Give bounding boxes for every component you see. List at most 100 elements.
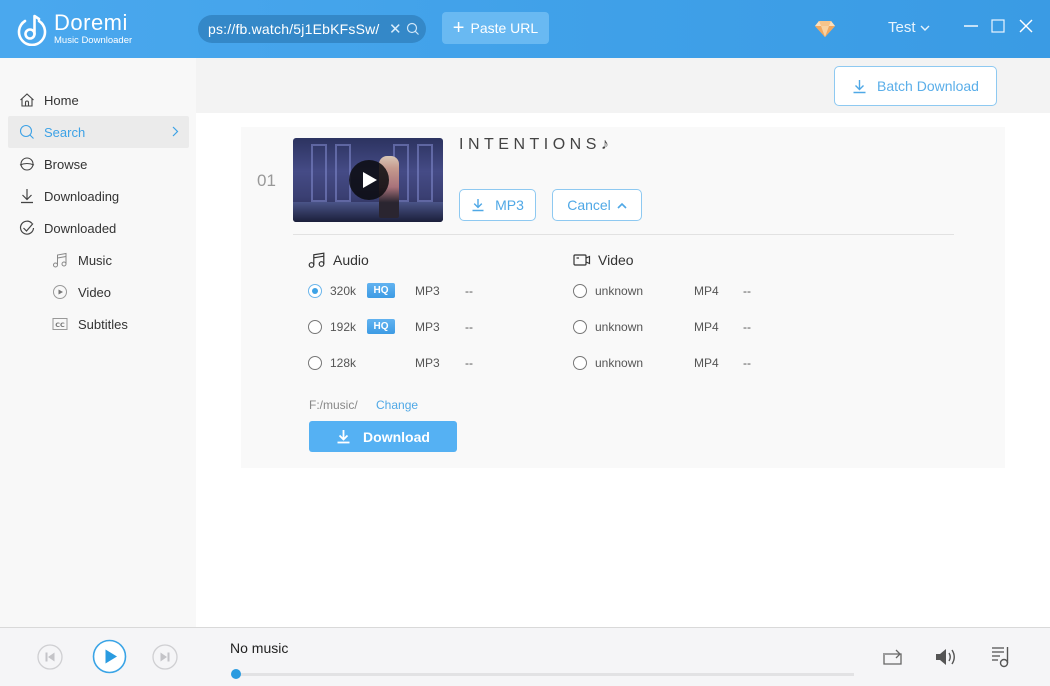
sidebar-item-browse[interactable]: Browse	[8, 148, 189, 180]
save-path: F:/music/	[309, 398, 358, 412]
video-format: MP4	[694, 284, 719, 298]
video-size: --	[743, 320, 751, 334]
thumbnail-decor	[311, 144, 327, 202]
sidebar-item-label: Search	[44, 124, 86, 140]
audio-option-row[interactable]: 320k HQ MP3 --	[308, 282, 508, 300]
url-input-value[interactable]: ps://fb.watch/5j1EbKFsSw/	[208, 21, 385, 37]
repeat-icon[interactable]	[880, 646, 904, 668]
volume-icon[interactable]	[935, 647, 959, 667]
sidebar-item-subtitles[interactable]: CC Subtitles	[8, 308, 189, 340]
close-window-icon[interactable]	[1017, 17, 1035, 35]
audio-quality: 192k	[330, 320, 357, 334]
cc-icon: CC	[52, 318, 68, 330]
sidebar-item-label: Video	[78, 284, 112, 300]
progress-knob[interactable]	[231, 669, 241, 679]
audio-quality: 320k	[330, 284, 357, 298]
search-icon[interactable]	[406, 22, 420, 36]
video-format: MP4	[694, 320, 719, 334]
progress-slider[interactable]	[236, 673, 854, 676]
music-note-icon	[53, 252, 67, 268]
paste-url-button[interactable]: + Paste URL	[442, 12, 549, 44]
thumbnail-decor	[293, 202, 443, 222]
video-size: --	[743, 356, 751, 370]
video-heading-label: Video	[598, 252, 634, 268]
audio-option-radio[interactable]	[308, 356, 322, 370]
hq-badge: HQ	[367, 319, 395, 334]
user-name: Test	[888, 19, 916, 36]
user-menu[interactable]: Test	[888, 19, 930, 36]
audio-section-heading: Audio	[308, 252, 369, 268]
mp3-download-button[interactable]: MP3	[459, 189, 536, 221]
app-logo: Doremi Music Downloader	[16, 12, 132, 46]
audio-heading-label: Audio	[333, 252, 369, 268]
premium-diamond-icon[interactable]	[814, 20, 836, 38]
chevron-right-icon	[172, 126, 179, 137]
video-size: --	[743, 284, 751, 298]
audio-format: MP3	[415, 320, 440, 334]
video-camera-icon	[573, 254, 591, 266]
app-subtitle: Music Downloader	[54, 35, 133, 46]
now-playing: No music	[230, 640, 289, 656]
svg-text:CC: CC	[55, 321, 65, 329]
hq-badge: HQ	[367, 283, 395, 298]
audio-option-radio[interactable]	[308, 284, 322, 298]
video-thumbnail[interactable]	[293, 138, 443, 222]
thumbnail-decor	[335, 144, 351, 202]
play-button[interactable]	[349, 160, 389, 200]
result-index: 01	[257, 171, 276, 190]
audio-size: --	[465, 356, 473, 370]
audio-option-row[interactable]: 128k MP3 --	[308, 354, 508, 372]
planet-icon	[19, 157, 35, 171]
video-option-radio[interactable]	[573, 356, 587, 370]
video-option-row[interactable]: unknown MP4 --	[573, 354, 773, 372]
video-option-row[interactable]: unknown MP4 --	[573, 282, 773, 300]
video-quality: unknown	[595, 356, 644, 370]
music-note-icon	[308, 252, 325, 268]
batch-download-label: Batch Download	[877, 78, 979, 94]
audio-format: MP3	[415, 284, 440, 298]
sidebar-item-video[interactable]: Video	[8, 276, 189, 308]
audio-size: --	[465, 320, 473, 334]
divider	[293, 234, 954, 235]
minimize-icon[interactable]	[962, 17, 980, 35]
sidebar-item-home[interactable]: Home	[8, 84, 189, 116]
sidebar-item-label: Home	[44, 92, 79, 108]
sidebar-item-downloaded[interactable]: Downloaded	[8, 212, 189, 244]
video-option-row[interactable]: unknown MP4 --	[573, 318, 773, 336]
sidebar-item-downloading[interactable]: Downloading	[8, 180, 189, 212]
close-icon[interactable]: ✕	[389, 20, 403, 38]
sidebar-item-music[interactable]: Music	[8, 244, 189, 276]
url-input[interactable]: ps://fb.watch/5j1EbKFsSw/ ✕	[198, 15, 426, 43]
thumbnail-decor	[417, 144, 433, 202]
download-icon	[337, 430, 350, 444]
chevron-up-icon	[617, 202, 627, 209]
plus-icon: +	[452, 17, 465, 39]
next-track-icon[interactable]	[152, 644, 178, 670]
change-path-link[interactable]: Change	[376, 398, 418, 412]
sidebar-item-search[interactable]: Search	[8, 116, 189, 148]
batch-download-button[interactable]: Batch Download	[834, 66, 997, 106]
download-icon	[472, 199, 484, 212]
audio-option-radio[interactable]	[308, 320, 322, 334]
sidebar-item-label: Downloaded	[44, 220, 117, 236]
video-option-radio[interactable]	[573, 284, 587, 298]
download-button-label: Download	[363, 428, 430, 445]
music-note-logo-icon	[17, 14, 47, 46]
paste-url-label: Paste URL	[470, 20, 539, 36]
playlist-icon[interactable]	[991, 645, 1013, 669]
chevron-down-icon	[920, 25, 930, 31]
check-circle-icon	[19, 220, 35, 235]
previous-track-icon[interactable]	[37, 644, 63, 670]
download-icon	[21, 189, 33, 204]
video-option-radio[interactable]	[573, 320, 587, 334]
play-icon	[363, 172, 377, 188]
sidebar-item-label: Music	[78, 252, 112, 268]
play-pause-icon[interactable]	[92, 639, 127, 674]
audio-option-row[interactable]: 192k HQ MP3 --	[308, 318, 508, 336]
video-format: MP4	[694, 356, 719, 370]
cancel-button[interactable]: Cancel	[552, 189, 642, 221]
download-button[interactable]: Download	[309, 421, 457, 452]
audio-size: --	[465, 284, 473, 298]
maximize-icon[interactable]	[989, 17, 1007, 35]
play-circle-icon	[53, 285, 67, 299]
